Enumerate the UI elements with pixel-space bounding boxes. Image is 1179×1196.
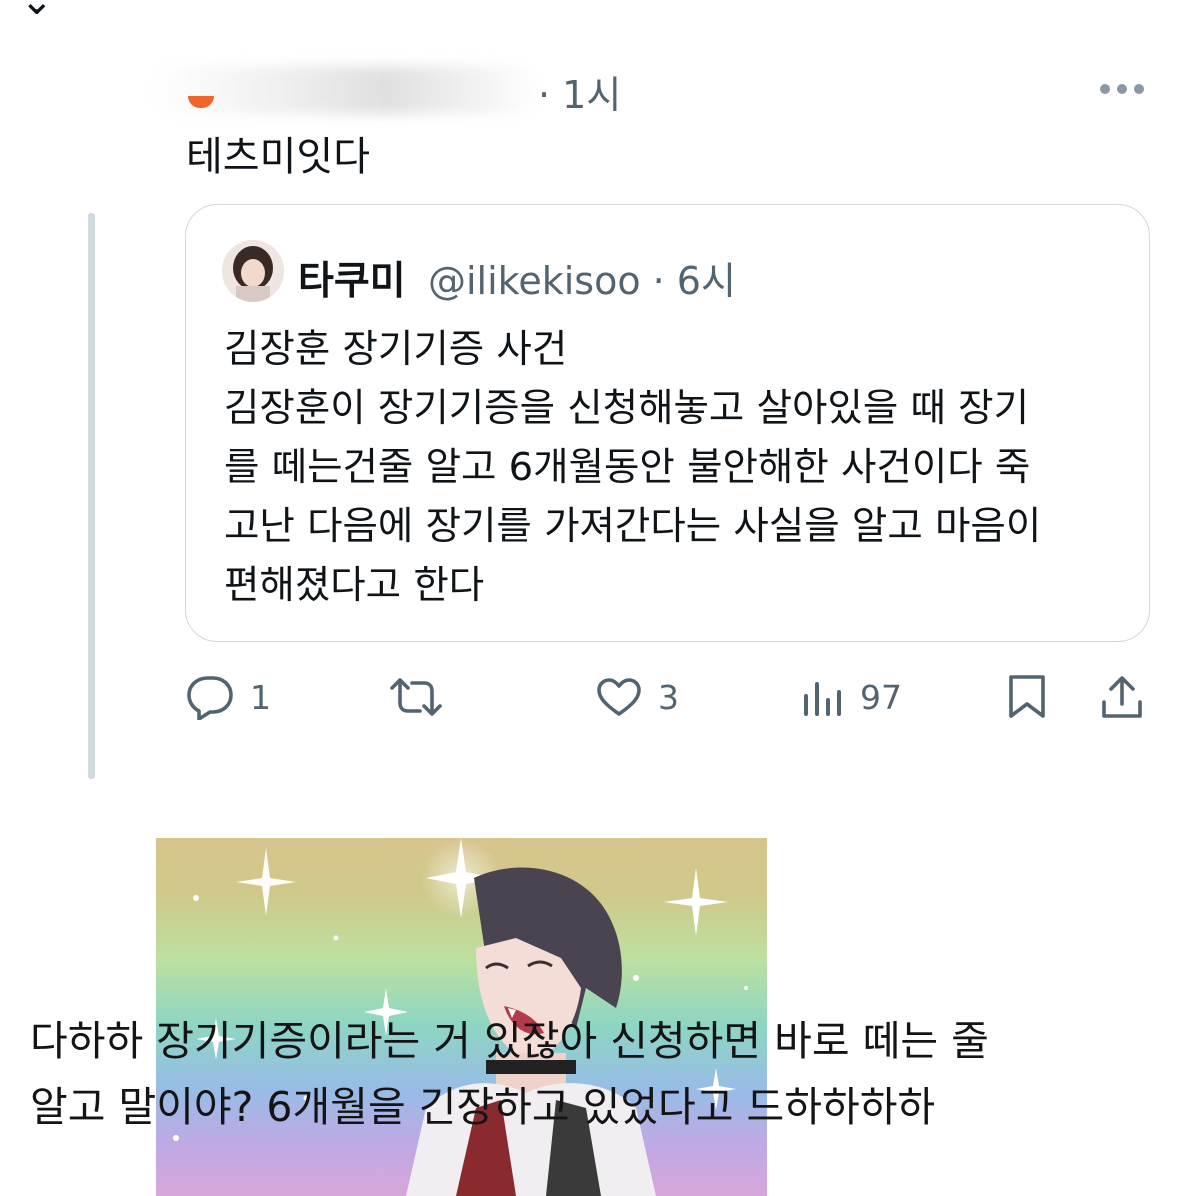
views-button[interactable]: 97 [802, 672, 902, 722]
caption-line: 다하하 장기기증이라는 거 있잖아 신청하면 바로 떼는 줄 [30, 1017, 989, 1065]
quoted-text-line: 를 떼는건줄 알고 6개월동안 불안해한 사건이다 죽 [224, 445, 1031, 490]
thread-line [88, 213, 95, 779]
quoted-handle-time: @ilikekisoo · 6시 [428, 259, 736, 303]
reply-icon [186, 674, 234, 720]
reply-button[interactable]: 1 [186, 672, 271, 722]
reply-text: 테츠미잇다 [186, 134, 370, 180]
caption-line: 알고 말이야? 6개월을 긴장하고 있었다고 드하하하하 [30, 1083, 936, 1131]
heart-icon [596, 677, 642, 717]
blurred-author-name [150, 66, 540, 114]
quoted-text-line: 김장훈 장기기증 사건 [224, 327, 568, 372]
retweet-button[interactable] [388, 672, 460, 722]
quoted-tweet-text: 김장훈 장기기증 사건 김장훈이 장기기증을 신청해놓고 살아있을 때 장기 를… [224, 320, 1129, 615]
quoted-text-line: 고난 다음에 장기를 가져간다는 사실을 알고 마음이 [224, 504, 1042, 549]
bookmark-icon [1007, 674, 1047, 720]
quoted-text-line: 김장훈이 장기기증을 신청해놓고 살아있을 때 장기 [224, 386, 1030, 431]
quoted-author-avatar[interactable] [222, 240, 284, 302]
retweet-icon [388, 676, 444, 718]
share-icon [1100, 674, 1144, 720]
quoted-author-name[interactable]: 타쿠미 [298, 250, 406, 306]
caption-overlay: 다하하 장기기증이라는 거 있잖아 신청하면 바로 떼는 줄 알고 말이야? 6… [30, 1008, 1160, 1140]
like-count: 3 [658, 677, 679, 717]
bookmark-button[interactable] [1007, 672, 1047, 722]
back-icon[interactable]: ⌄ [20, 0, 54, 24]
more-options-icon[interactable] [1100, 84, 1150, 100]
share-button[interactable] [1100, 672, 1144, 722]
reply-timestamp: · 1시 [538, 73, 622, 117]
views-icon [802, 676, 844, 718]
views-count: 97 [860, 677, 902, 717]
like-button[interactable]: 3 [596, 672, 679, 722]
quoted-text-line: 편해졌다고 한다 [224, 563, 485, 608]
header-title-fragment [540, 0, 630, 6]
reply-count: 1 [250, 677, 271, 717]
